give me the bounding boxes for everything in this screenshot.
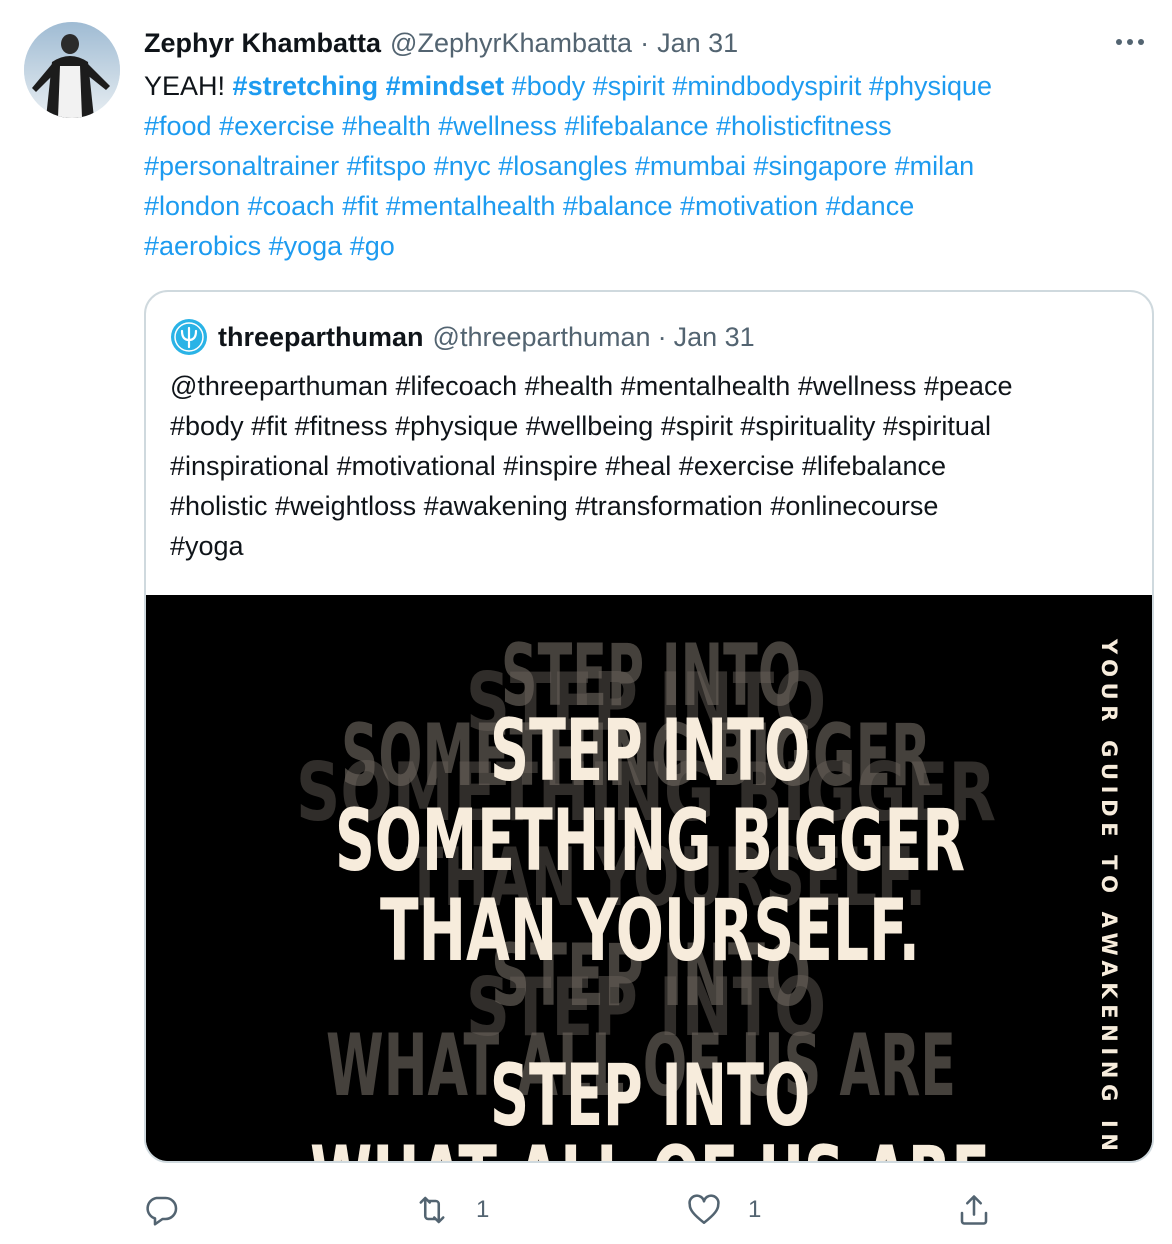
tweet-line-2: #food #exercise #health #wellness #lifeb… xyxy=(144,106,1134,146)
retweet-button[interactable]: 1 xyxy=(414,1188,489,1232)
retweet-count: 1 xyxy=(476,1196,490,1223)
hashtag-link[interactable]: #aerobics xyxy=(144,231,261,261)
poster-headline-line: STEP INTO xyxy=(490,701,810,801)
threeparthuman-logo-icon xyxy=(171,319,207,355)
quoted-author-handle[interactable]: @threeparthuman xyxy=(433,322,651,353)
hashtag-link[interactable]: #coach xyxy=(248,191,335,221)
quoted-text-line: #body #fit #fitness #physique #wellbeing… xyxy=(170,411,991,441)
quoted-tweet-card[interactable]: threeparthuman @threeparthuman · Jan 31 … xyxy=(144,290,1154,1163)
hashtag-link[interactable]: #physique xyxy=(869,71,992,101)
reply-button[interactable] xyxy=(143,1188,205,1232)
quoted-text-line: @threeparthuman #lifecoach #health #ment… xyxy=(170,371,1013,401)
reply-icon xyxy=(146,1196,178,1226)
author-avatar[interactable] xyxy=(24,22,120,118)
hashtag-link[interactable]: #motivation xyxy=(680,191,818,221)
hashtag-link[interactable]: #milan xyxy=(895,151,975,181)
hashtag-link[interactable]: #health xyxy=(342,111,431,141)
share-icon xyxy=(960,1195,988,1225)
quoted-header-separator: · xyxy=(657,321,667,352)
hashtag-link[interactable]: #balance xyxy=(563,191,673,221)
hashtag-link[interactable]: #losangles xyxy=(498,151,627,181)
tweet-intro: YEAH! xyxy=(144,71,226,101)
poster-headline-line: SOMETHING BIGGER xyxy=(335,791,965,891)
hashtag-link[interactable]: #mumbai xyxy=(635,151,746,181)
poster-headline-line: WHAT ALL OF US ARE xyxy=(310,1128,990,1163)
hashtag-link[interactable]: #exercise xyxy=(219,111,335,141)
hashtag-link[interactable]: #body xyxy=(512,71,586,101)
hashtag-link[interactable]: #singapore xyxy=(753,151,887,181)
quoted-tweet-text: @threeparthuman #lifecoach #health #ment… xyxy=(170,366,1140,566)
quoted-tweet-date[interactable]: Jan 31 xyxy=(674,322,755,353)
motivational-poster-image: STEP INTO SOMETHING BIGGER STEP INTO WHA… xyxy=(146,595,1152,1163)
more-dots-icon xyxy=(1116,39,1144,45)
quoted-text-line: #holistic #weightloss #awakening #transf… xyxy=(170,491,939,521)
author-name[interactable]: Zephyr Khambatta xyxy=(144,28,381,59)
hashtag-link[interactable]: #wellness xyxy=(438,111,557,141)
retweet-icon xyxy=(419,1196,445,1224)
tweet-line-1: YEAH! #stretching #mindset #body #spirit… xyxy=(144,66,1134,106)
hashtag-link[interactable]: #holisticfitness xyxy=(716,111,892,141)
hashtag-link[interactable]: #yoga xyxy=(269,231,343,261)
hashtag-link[interactable]: #spirit xyxy=(593,71,665,101)
quoted-tweet-image[interactable]: STEP INTO SOMETHING BIGGER STEP INTO WHA… xyxy=(146,595,1152,1163)
tweet-line-5: #aerobics #yoga #go xyxy=(144,226,1134,266)
quoted-text-line: #inspirational #motivational #inspire #h… xyxy=(170,451,946,481)
like-icon xyxy=(688,1194,720,1225)
hashtag-link[interactable]: #fit xyxy=(342,191,378,221)
hashtag-link[interactable]: #personaltrainer xyxy=(144,151,339,181)
tweet-line-3: #personaltrainer #fitspo #nyc #losangles… xyxy=(144,146,1134,186)
hashtag-link[interactable]: #lifebalance xyxy=(564,111,708,141)
hashtag-link[interactable]: #food xyxy=(144,111,212,141)
quoted-text-line: #yoga xyxy=(170,531,244,561)
hashtag-link[interactable]: #mindbodyspirit xyxy=(672,71,861,101)
tweet-action-bar: 1 1 xyxy=(0,1182,1172,1238)
like-button[interactable]: 1 xyxy=(686,1188,761,1232)
hashtag-link[interactable]: #dance xyxy=(826,191,915,221)
hashtag-link[interactable]: #mentalhealth xyxy=(386,191,556,221)
author-handle[interactable]: @ZephyrKhambatta xyxy=(390,28,632,59)
hashtag-link[interactable]: #nyc xyxy=(434,151,491,181)
header-separator: · xyxy=(640,27,650,58)
quoted-tweet-header: threeparthuman @threeparthuman · Jan 31 xyxy=(170,318,755,356)
share-button[interactable] xyxy=(956,1188,992,1232)
hashtag-link[interactable]: #stretching xyxy=(233,71,379,101)
avatar-photo xyxy=(24,22,120,118)
poster-headline-line: THAN YOURSELF. xyxy=(380,881,920,981)
hashtag-link[interactable]: #london xyxy=(144,191,240,221)
hashtag-link[interactable]: #fitspo xyxy=(347,151,427,181)
tweet-text: YEAH! #stretching #mindset #body #spirit… xyxy=(144,66,1134,266)
tweet-date[interactable]: Jan 31 xyxy=(657,28,738,59)
tweet-line-4: #london #coach #fit #mentalhealth #balan… xyxy=(144,186,1134,226)
hashtag-link[interactable]: #mindset xyxy=(386,71,505,101)
hashtag-link[interactable]: #go xyxy=(350,231,395,261)
quoted-author-name[interactable]: threeparthuman xyxy=(218,322,424,353)
more-options-button[interactable] xyxy=(1110,26,1150,58)
tweet-header: Zephyr Khambatta @ZephyrKhambatta · Jan … xyxy=(144,26,738,60)
like-count: 1 xyxy=(748,1196,762,1223)
